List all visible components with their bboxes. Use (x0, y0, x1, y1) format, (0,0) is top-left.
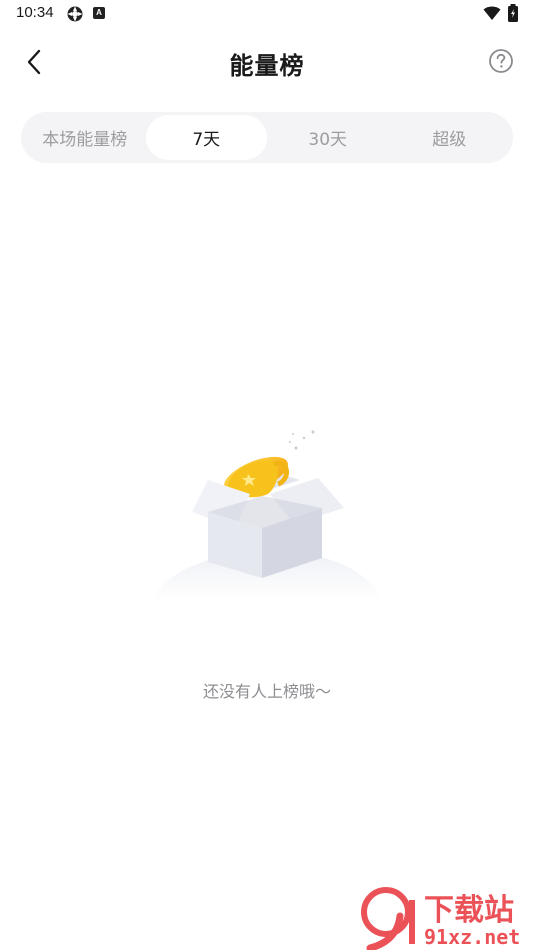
tab-30-days[interactable]: 30天 (267, 115, 389, 160)
ranking-tab-bar: 本场能量榜 7天 30天 超级 (21, 112, 513, 163)
tab-7-days[interactable]: 7天 (145, 115, 267, 160)
tab-super[interactable]: 超级 (389, 115, 511, 160)
watermark-brand-text: 下载站 (424, 893, 514, 928)
status-time: 10:34 (16, 4, 54, 21)
help-button[interactable] (486, 46, 516, 76)
watermark-url-text: 91xz.net (424, 925, 520, 949)
settings-gear-status-icon (67, 6, 83, 22)
wifi-icon (483, 6, 501, 20)
question-circle-icon (489, 49, 513, 73)
tab-this-session-energy[interactable]: 本场能量榜 (24, 115, 146, 160)
status-bar: 10:34 A (0, 0, 534, 28)
site-watermark: 9 下载站 91xz.net (361, 886, 520, 950)
open-box-with-trophy-icon (152, 430, 382, 600)
battery-icon (508, 4, 518, 22)
header: 能量榜 (0, 36, 534, 88)
empty-state-message: 还没有人上榜哦～ (202, 682, 331, 701)
page-title: 能量榜 (229, 52, 305, 80)
watermark-logo-text: 9 (364, 886, 365, 887)
app-a-status-icon: A (93, 7, 105, 19)
